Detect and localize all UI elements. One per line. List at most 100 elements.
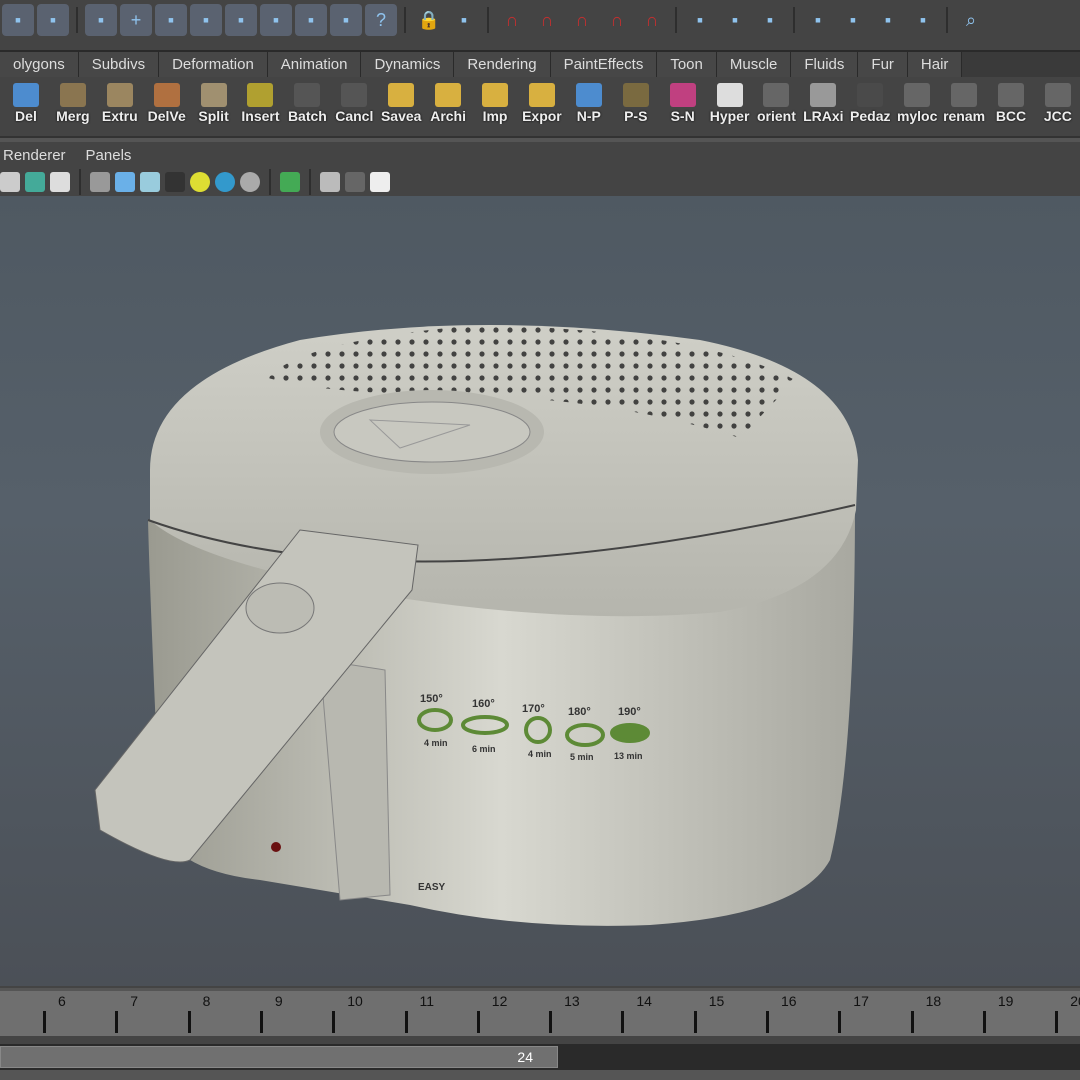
select-tool-icon[interactable]: ▪ bbox=[2, 4, 34, 36]
time-slider[interactable]: 6 7 8 9 10 11 12 13 14 15 16 17 18 19 20 bbox=[0, 988, 1080, 1036]
shaded-wire-icon[interactable] bbox=[140, 172, 160, 192]
render-view-icon[interactable]: ▪ bbox=[802, 4, 834, 36]
all-lights-icon[interactable] bbox=[240, 172, 260, 192]
shelf-button-orient[interactable]: orient bbox=[755, 80, 799, 128]
magnet-grid-icon[interactable]: ∩ bbox=[496, 4, 528, 36]
shelf-button-expor[interactable]: Expor bbox=[520, 80, 564, 128]
select-camera-icon[interactable] bbox=[280, 172, 300, 192]
shelf-button-label: DelVe bbox=[147, 108, 186, 124]
smooth-shade-icon[interactable] bbox=[115, 172, 135, 192]
tab-rendering[interactable]: Rendering bbox=[454, 52, 551, 77]
shelf-button-label: P-S bbox=[624, 108, 648, 124]
tab-fur[interactable]: Fur bbox=[858, 52, 908, 77]
shelf-button-label: renam bbox=[943, 108, 986, 124]
separator bbox=[309, 169, 311, 195]
tab-hair[interactable]: Hair bbox=[907, 52, 963, 77]
input-icon[interactable]: ▪ bbox=[684, 4, 716, 36]
shelf-button-n-p[interactable]: N-P bbox=[567, 80, 611, 128]
snap-curve-icon[interactable]: ▪ bbox=[155, 4, 187, 36]
shelf-button-split[interactable]: Split bbox=[192, 80, 236, 128]
tab-animation[interactable]: Animation bbox=[267, 52, 362, 77]
search-icon[interactable]: ⌕ bbox=[955, 4, 987, 36]
svg-text:EASY: EASY bbox=[418, 882, 446, 893]
shelf-button-pedaz[interactable]: Pedaz bbox=[848, 80, 892, 128]
shelf-button-archi[interactable]: Archi bbox=[426, 80, 470, 128]
shelf-button-jcc[interactable]: JCC bbox=[1036, 80, 1080, 128]
shelf-button-label: BCC bbox=[995, 108, 1027, 124]
render-settings-icon[interactable]: ▪ bbox=[907, 4, 939, 36]
wireframe-icon[interactable] bbox=[90, 172, 110, 192]
magnet-point-icon[interactable]: ∩ bbox=[566, 4, 598, 36]
shelf-button-merg[interactable]: Merg bbox=[51, 80, 95, 128]
svg-text:13 min: 13 min bbox=[614, 751, 643, 761]
menu-renderer[interactable]: Renderer bbox=[3, 145, 66, 167]
frame-tick bbox=[259, 1011, 263, 1033]
output-icon[interactable]: ▪ bbox=[719, 4, 751, 36]
shelf-button-del[interactable]: Del bbox=[4, 80, 48, 128]
shelf-icon bbox=[59, 83, 86, 107]
shelf-button-cancl[interactable]: Cancl bbox=[332, 80, 376, 128]
tab-muscle[interactable]: Muscle bbox=[716, 52, 792, 77]
shelf-button-myloc[interactable]: myloc bbox=[895, 80, 939, 128]
shelf-button-extru[interactable]: Extru bbox=[98, 80, 142, 128]
shelf-button-bcc[interactable]: BCC bbox=[989, 80, 1033, 128]
default-light-icon[interactable] bbox=[215, 172, 235, 192]
lock-icon[interactable]: 🔒 bbox=[413, 4, 445, 36]
magnet-face-icon[interactable]: ∩ bbox=[601, 4, 633, 36]
tab-olygons[interactable]: olygons bbox=[0, 52, 79, 77]
filter-icon[interactable]: ▪ bbox=[85, 4, 117, 36]
frame-label: 19 bbox=[997, 993, 1014, 1009]
snap-view-icon[interactable]: ▪ bbox=[225, 4, 257, 36]
shelf-button-lraxi[interactable]: LRAxi bbox=[801, 80, 845, 128]
frame-tick bbox=[910, 1011, 914, 1033]
checker-icon[interactable] bbox=[165, 172, 185, 192]
render-clapper-icon[interactable]: ▪ bbox=[837, 4, 869, 36]
ipr-icon[interactable]: ▪ bbox=[872, 4, 904, 36]
shelf-button-p-s[interactable]: P-S bbox=[614, 80, 658, 128]
component-mask-icon[interactable]: ▪ bbox=[37, 4, 69, 36]
tab-dynamics[interactable]: Dynamics bbox=[361, 52, 455, 77]
shelf-button-label: Del bbox=[15, 108, 37, 124]
light-icon[interactable] bbox=[190, 172, 210, 192]
shelf-tabs: olygons Subdivs Deformation Animation Dynami… bbox=[0, 50, 1080, 77]
resolution-gate-icon[interactable] bbox=[345, 172, 365, 192]
shelf-button-savea[interactable]: Savea bbox=[379, 80, 423, 128]
snap-face-icon[interactable]: ▪ bbox=[260, 4, 292, 36]
frame-label: 6 bbox=[58, 993, 66, 1009]
shelf-button-hyper[interactable]: Hyper bbox=[708, 80, 752, 128]
snap-point-icon[interactable]: ▪ bbox=[190, 4, 222, 36]
shelf-button-insert[interactable]: Insert bbox=[239, 80, 283, 128]
shelf-button-batch[interactable]: Batch bbox=[285, 80, 329, 128]
viewport[interactable]: 150° 160° 170° 180° 190° 4 min 6 min 4 min 5 mi… bbox=[0, 196, 1080, 986]
shelf-button-delve[interactable]: DelVe bbox=[145, 80, 189, 128]
magnet-curve-icon[interactable]: ∩ bbox=[531, 4, 563, 36]
help-icon[interactable]: ? bbox=[365, 4, 397, 36]
frame-tick bbox=[332, 1011, 336, 1033]
snap-vertex-icon[interactable]: ▪ bbox=[295, 4, 327, 36]
history-icon[interactable]: ▪ bbox=[754, 4, 786, 36]
isolate-icon[interactable] bbox=[25, 172, 45, 192]
separator bbox=[404, 7, 406, 33]
menu-panels[interactable]: Panels bbox=[86, 145, 132, 167]
select-region-icon[interactable]: ▪ bbox=[448, 4, 480, 36]
bounding-box-icon[interactable] bbox=[320, 172, 340, 192]
shelf-button-s-n[interactable]: S-N bbox=[661, 80, 705, 128]
frame-label: 12 bbox=[491, 993, 508, 1009]
magnet-icon[interactable]: ∩ bbox=[636, 4, 668, 36]
range-end-value: 24 bbox=[517, 1049, 533, 1065]
svg-text:180°: 180° bbox=[568, 706, 591, 718]
shelf-button-imp[interactable]: Imp bbox=[473, 80, 517, 128]
snap-particle-icon[interactable]: ▪ bbox=[330, 4, 362, 36]
share-icon[interactable] bbox=[370, 172, 390, 192]
snap-grid-icon[interactable]: + bbox=[120, 4, 152, 36]
tab-fluids[interactable]: Fluids bbox=[791, 52, 859, 77]
range-slider[interactable]: 24 bbox=[0, 1044, 1080, 1070]
tab-painteffects[interactable]: PaintEffects bbox=[550, 52, 658, 77]
tab-toon[interactable]: Toon bbox=[657, 52, 717, 77]
tab-subdivs[interactable]: Subdivs bbox=[78, 52, 160, 77]
shelf-button-renam[interactable]: renam bbox=[942, 80, 986, 128]
range-slider-handle[interactable]: 24 bbox=[0, 1046, 558, 1068]
tab-deformation[interactable]: Deformation bbox=[159, 52, 268, 77]
texture-icon[interactable] bbox=[50, 172, 70, 192]
xray-icon[interactable] bbox=[0, 172, 20, 192]
